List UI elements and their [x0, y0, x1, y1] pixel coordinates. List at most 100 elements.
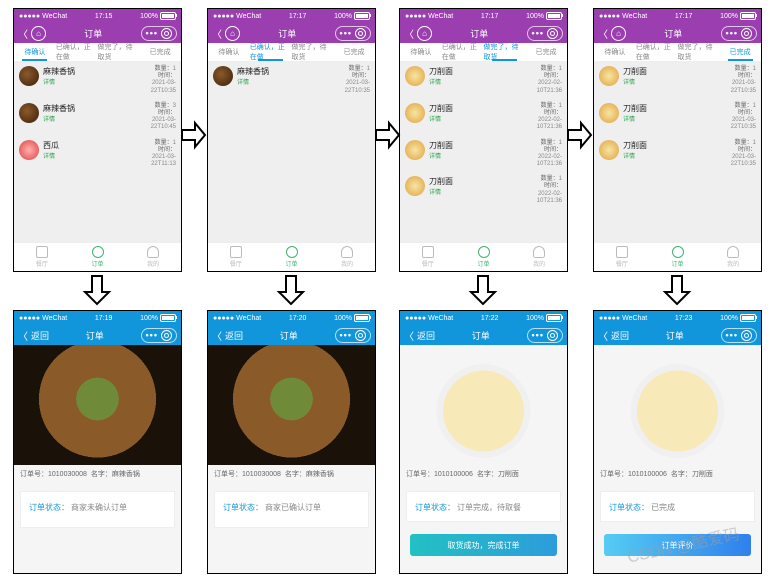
back-icon[interactable]: 〈: [212, 26, 222, 41]
list-item[interactable]: 刀削面详情 数量：1时间：2021-03-22T10:35: [594, 99, 761, 136]
bottom-tabbar: 餐厅 订单 我的: [400, 242, 567, 271]
capsule-button[interactable]: •••: [527, 26, 563, 41]
back-icon[interactable]: 〈: [18, 26, 28, 41]
home-icon[interactable]: ⌂: [417, 26, 432, 41]
battery-indicator: 100%: [140, 12, 176, 20]
list-item[interactable]: 刀削面详情 数量：1时间：2022-02-10T21:36: [400, 62, 567, 99]
hero-image: [14, 345, 181, 465]
close-mp-icon[interactable]: [547, 330, 558, 341]
back-icon[interactable]: 〈: [212, 328, 222, 343]
order-info: 订单号：1010030008 名字：麻辣香锅: [208, 465, 375, 483]
list-item[interactable]: 刀削面详情 数量：1时间：2021-03-22T10:35: [594, 136, 761, 173]
tab-done[interactable]: 已完成: [333, 43, 375, 61]
nav-bar: 〈⌂ 订单 •••: [594, 23, 761, 43]
tab-pickup[interactable]: 做完了，待取货: [292, 43, 334, 61]
home-icon[interactable]: ⌂: [611, 26, 626, 41]
list-item[interactable]: 麻辣香锅 详情 数量：1 时间： 2021-03-22T10:35: [14, 62, 181, 99]
back-icon[interactable]: 〈: [404, 26, 414, 41]
order-status-tabs: 待确认 已确认，正在做 做完了，待取货 已完成: [208, 43, 375, 62]
capsule-button[interactable]: •••: [141, 26, 177, 41]
capsule-button[interactable]: •••: [335, 328, 371, 343]
tabbar-hall[interactable]: 餐厅: [400, 243, 456, 271]
arrow-down-icon: [276, 275, 306, 305]
capsule-button[interactable]: •••: [721, 328, 757, 343]
capsule-button[interactable]: •••: [527, 328, 563, 343]
tab-confirmed[interactable]: 已确认，正在做: [56, 43, 98, 61]
capsule-button[interactable]: •••: [335, 26, 371, 41]
tab-pickup[interactable]: 做完了，待取货: [678, 43, 720, 61]
tabbar-hall[interactable]: 餐厅: [594, 243, 650, 271]
carrier-label: ●●●●● WeChat: [19, 13, 67, 20]
tab-pending[interactable]: 待确认: [400, 43, 442, 61]
back-icon[interactable]: 〈: [18, 328, 28, 343]
page-title: 订单: [666, 329, 684, 342]
item-title: 西瓜: [43, 140, 134, 151]
tab-done[interactable]: 已完成: [525, 43, 567, 61]
capsule-button[interactable]: •••: [141, 328, 177, 343]
tab-confirmed[interactable]: 已确认，正在做: [636, 43, 678, 61]
tabbar-orders[interactable]: 订单: [456, 243, 512, 271]
order-status-tabs: 待确认 已确认，正在做 做完了，待取货 已完成: [594, 43, 761, 62]
list-item[interactable]: 麻辣香锅 详情 数量：1 时间： 2021-03-22T10:35: [208, 62, 375, 99]
status-bar: ●●●●● WeChat 17:15 100%: [14, 9, 181, 23]
list-item[interactable]: 麻辣香锅 详情 数量：3 时间： 2021-03-22T10:45: [14, 99, 181, 136]
tabbar-hall[interactable]: 餐厅: [14, 243, 70, 271]
home-icon[interactable]: ⌂: [31, 26, 46, 41]
tab-pickup[interactable]: 做完了，待取货: [484, 43, 526, 61]
nav-bar: 〈返回 订单 •••: [14, 325, 181, 345]
item-title: 麻辣香锅: [43, 103, 134, 114]
order-list: 麻辣香锅 详情 数量：1 时间： 2021-03-22T10:35 麻辣香锅 详…: [14, 62, 181, 242]
tab-done[interactable]: 已完成: [139, 43, 181, 61]
back-icon[interactable]: 〈: [598, 328, 608, 343]
tab-pending[interactable]: 待确认: [208, 43, 250, 61]
home-icon[interactable]: ⌂: [225, 26, 240, 41]
tabbar-orders[interactable]: 订单: [70, 243, 126, 271]
item-thumb: [213, 66, 233, 86]
list-item[interactable]: 西瓜 详情 数量：1 时间： 2021-03-22T11:13: [14, 136, 181, 173]
list-item[interactable]: 刀削面详情 数量：1时间：2022-02-10T21:36: [400, 99, 567, 136]
close-mp-icon[interactable]: [547, 28, 558, 39]
tabbar-hall[interactable]: 餐厅: [208, 243, 264, 271]
tab-confirmed[interactable]: 已确认，正在做: [442, 43, 484, 61]
item-thumb: [19, 103, 39, 123]
tab-confirmed[interactable]: 已确认，正在做: [250, 43, 292, 61]
complete-order-button[interactable]: 取货成功，完成订单: [410, 534, 557, 556]
review-order-button[interactable]: 订单评价: [604, 534, 751, 556]
status-bar: ●●●●● WeChat 17:20 100%: [208, 311, 375, 325]
close-mp-icon[interactable]: [741, 28, 752, 39]
back-icon[interactable]: 〈: [598, 26, 608, 41]
order-list: 麻辣香锅 详情 数量：1 时间： 2021-03-22T10:35: [208, 62, 375, 242]
capsule-button[interactable]: •••: [721, 26, 757, 41]
close-mp-icon[interactable]: [355, 330, 366, 341]
close-mp-icon[interactable]: [161, 330, 172, 341]
tabbar-orders[interactable]: 订单: [264, 243, 320, 271]
arrow-down-icon: [468, 275, 498, 305]
status-card: 订单状态： 商家已确认订单: [214, 491, 369, 528]
arrow-down-icon: [82, 275, 112, 305]
page-title: 订单: [86, 329, 104, 342]
nav-bar: 〈⌂ 订单 •••: [208, 23, 375, 43]
close-mp-icon[interactable]: [741, 330, 752, 341]
tabbar-me[interactable]: 我的: [511, 243, 567, 271]
close-mp-icon[interactable]: [161, 28, 172, 39]
page-title: 订单: [84, 27, 102, 40]
list-item[interactable]: 刀削面详情 数量：1时间：2022-02-10T21:36: [400, 172, 567, 209]
tab-pending[interactable]: 待确认: [14, 43, 56, 61]
back-label[interactable]: 返回: [31, 329, 49, 342]
tab-pickup[interactable]: 做完了，待取货: [98, 43, 140, 61]
order-info: 订单号：1010030008 名字：麻辣香锅: [14, 465, 181, 483]
tabbar-me[interactable]: 我的: [705, 243, 761, 271]
close-mp-icon[interactable]: [355, 28, 366, 39]
tab-pending[interactable]: 待确认: [594, 43, 636, 61]
back-icon[interactable]: 〈: [404, 328, 414, 343]
tabbar-me[interactable]: 我的: [319, 243, 375, 271]
list-item[interactable]: 刀削面详情 数量：1时间：2021-03-22T10:35: [594, 62, 761, 99]
hero-image: [208, 345, 375, 465]
tab-done[interactable]: 已完成: [719, 43, 761, 61]
list-item[interactable]: 刀削面详情 数量：1时间：2022-02-10T21:36: [400, 136, 567, 173]
more-icon[interactable]: •••: [146, 28, 158, 38]
nav-bar: 〈 ⌂ 订单 •••: [14, 23, 181, 43]
nav-bar: 〈返回 订单 •••: [208, 325, 375, 345]
tabbar-orders[interactable]: 订单: [650, 243, 706, 271]
tabbar-me[interactable]: 我的: [125, 243, 181, 271]
